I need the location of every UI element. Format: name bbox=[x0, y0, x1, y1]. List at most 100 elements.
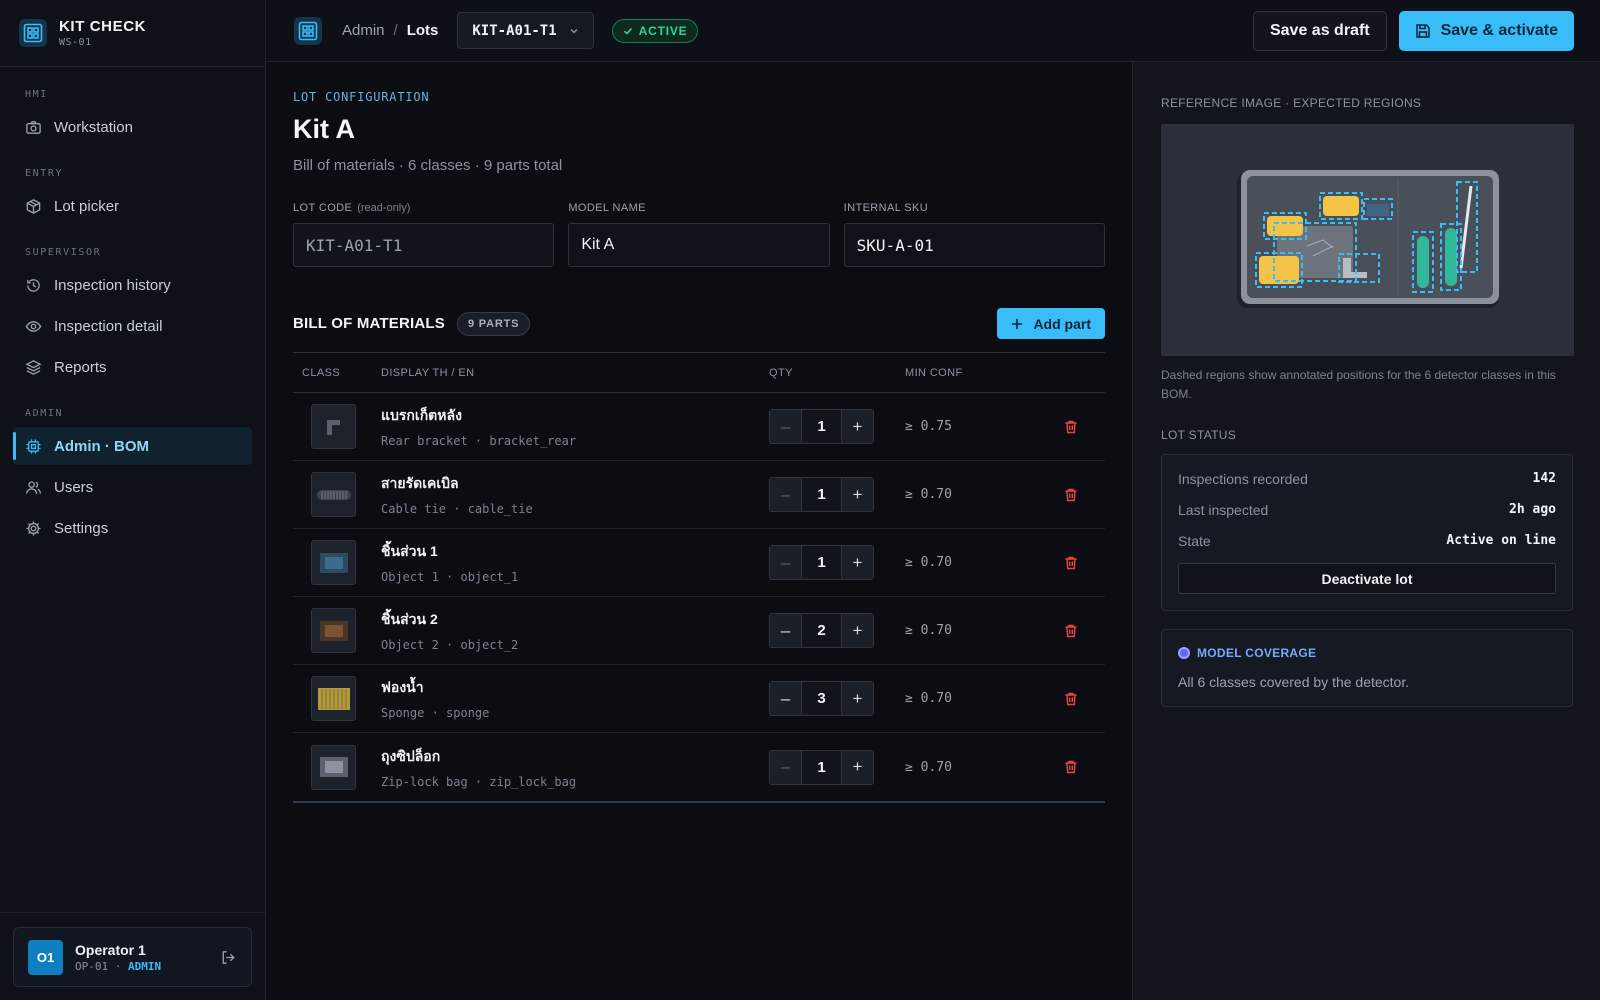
qty-increment-button[interactable]: + bbox=[842, 682, 873, 715]
brand: KIT CHECK WS-01 bbox=[0, 0, 265, 67]
coverage-dot-icon bbox=[1178, 647, 1190, 659]
user-name: Operator 1 bbox=[75, 941, 146, 958]
status-row-last-inspected: Last inspected 2h ago bbox=[1178, 501, 1556, 518]
table-header: CLASS DISPLAY TH / EN QTY MIN CONF bbox=[293, 353, 1105, 393]
sidebar-item-admin-bom[interactable]: Admin · BOM bbox=[13, 427, 252, 465]
qty-decrement-button[interactable]: – bbox=[770, 410, 801, 443]
reference-image-label: REFERENCE IMAGE · EXPECTED REGIONS bbox=[1161, 96, 1422, 110]
sku-input[interactable]: SKU-A-01 bbox=[843, 223, 1105, 267]
min-conf-value[interactable]: ≥ 0.70 bbox=[905, 487, 1063, 502]
min-conf-value[interactable]: ≥ 0.75 bbox=[905, 419, 1063, 434]
status-row-state: State Active on line bbox=[1178, 532, 1556, 549]
topbar: Admin / Lots KIT-A01-T1 ACTIVE Save as d… bbox=[266, 0, 1600, 62]
logout-icon[interactable] bbox=[220, 949, 237, 966]
qty-increment-button[interactable]: + bbox=[842, 478, 873, 511]
gear-icon bbox=[26, 520, 41, 536]
sidebar-item-inspection-history[interactable]: Inspection history bbox=[13, 266, 252, 304]
min-conf-value[interactable]: ≥ 0.70 bbox=[905, 555, 1063, 570]
part-name-th: ชิ้นส่วน 2 bbox=[381, 611, 438, 627]
trash-icon[interactable] bbox=[1063, 487, 1079, 503]
part-name-en: Sponge · sponge bbox=[381, 706, 490, 720]
deactivate-lot-button[interactable]: Deactivate lot bbox=[1178, 563, 1556, 594]
qty-increment-button[interactable]: + bbox=[842, 546, 873, 579]
qty-decrement-button[interactable]: – bbox=[770, 750, 801, 784]
lot-status-card: Inspections recorded 142 Last inspected 2h… bbox=[1161, 454, 1573, 611]
nav-section-entry: ENTRY bbox=[25, 168, 64, 179]
breadcrumb-lots: Lots bbox=[406, 22, 439, 39]
qty-decrement-button[interactable]: – bbox=[770, 682, 801, 715]
cable-tie-thumb-icon bbox=[311, 472, 356, 517]
lot-code-field-group: LOT CODE (read-only) KIT-A01-T1 bbox=[293, 202, 555, 267]
min-conf-value[interactable]: ≥ 0.70 bbox=[905, 760, 1063, 775]
col-conf-header: MIN CONF bbox=[905, 366, 963, 379]
table-row: แบรกเก็ตหลัง Rear bracket · bracket_rear… bbox=[293, 393, 1105, 461]
part-name-en: Zip-lock bag · zip_lock_bag bbox=[381, 774, 577, 789]
add-part-button[interactable]: Add part bbox=[997, 308, 1105, 339]
sidebar-item-label: Lot picker bbox=[54, 197, 120, 215]
qty-increment-button[interactable]: + bbox=[842, 750, 873, 784]
parts-count-badge: 9 PARTS bbox=[457, 311, 531, 336]
user-meta: OP-01 · ADMIN bbox=[75, 960, 220, 973]
save-activate-label: Save & activate bbox=[1440, 21, 1558, 39]
trash-icon[interactable] bbox=[1063, 759, 1079, 775]
eye-icon bbox=[25, 320, 42, 332]
sidebar-item-label: Inspection detail bbox=[54, 317, 163, 335]
app-title: KIT CHECK bbox=[59, 18, 147, 35]
lot-select-value: KIT-A01-T1 bbox=[472, 22, 557, 39]
reference-image bbox=[1161, 124, 1574, 356]
min-conf-value[interactable]: ≥ 0.70 bbox=[905, 623, 1063, 638]
sidebar-item-lot-picker[interactable]: Lot picker bbox=[13, 187, 252, 225]
reference-image-note: Dashed regions show annotated positions … bbox=[1161, 368, 1556, 401]
qty-value[interactable]: 2 bbox=[801, 614, 842, 647]
col-class-header: CLASS bbox=[302, 366, 341, 379]
part-name-th: แบรกเก็ตหลัง bbox=[381, 407, 462, 423]
qty-value[interactable]: 3 bbox=[801, 682, 842, 715]
qty-decrement-button[interactable]: – bbox=[770, 546, 801, 579]
eyebrow: LOT CONFIGURATION bbox=[293, 90, 430, 104]
user-id: OP-01 bbox=[75, 959, 109, 973]
ziplock-thumb-icon bbox=[311, 744, 356, 790]
part-name-en: Cable tie · cable_tie bbox=[381, 502, 533, 516]
qty-decrement-button[interactable]: – bbox=[770, 478, 801, 511]
trash-icon[interactable] bbox=[1063, 555, 1079, 571]
nav-section-hmi: HMI bbox=[25, 89, 48, 100]
part-name-th: ถุงซิปล็อก bbox=[381, 747, 441, 764]
qty-value[interactable]: 1 bbox=[801, 750, 842, 784]
sidebar-item-settings[interactable]: Settings bbox=[13, 509, 252, 547]
qty-increment-button[interactable]: + bbox=[842, 614, 873, 647]
part-name-en: Object 1 · object_1 bbox=[381, 570, 519, 584]
table-row: ชิ้นส่วน 1 Object 1 · object_1 – 1 + ≥ 0… bbox=[293, 529, 1105, 597]
qty-value[interactable]: 1 bbox=[801, 410, 842, 443]
qty-value[interactable]: 1 bbox=[801, 546, 842, 579]
quantity-stepper: – 1 + bbox=[769, 409, 874, 444]
history-icon bbox=[27, 278, 40, 292]
page-subtitle: Bill of materials · 6 classes · 9 parts … bbox=[293, 157, 563, 174]
save-draft-button[interactable]: Save as draft bbox=[1252, 10, 1387, 51]
sidebar-item-reports[interactable]: Reports bbox=[13, 348, 252, 386]
breadcrumb-admin[interactable]: Admin bbox=[342, 22, 385, 39]
sku-field-group: INTERNAL SKU SKU-A-01 bbox=[843, 202, 1105, 267]
min-conf-value[interactable]: ≥ 0.70 bbox=[905, 691, 1063, 706]
sidebar-item-inspection-detail[interactable]: Inspection detail bbox=[13, 307, 252, 345]
qty-value[interactable]: 1 bbox=[801, 478, 842, 511]
trash-icon[interactable] bbox=[1063, 419, 1079, 435]
model-name-input[interactable]: Kit A bbox=[568, 223, 830, 267]
lot-side-panel: REFERENCE IMAGE · EXPECTED REGIONS Dashe… bbox=[1132, 62, 1600, 1000]
trash-icon[interactable] bbox=[1063, 623, 1079, 639]
quantity-stepper: – 3 + bbox=[769, 681, 874, 716]
qty-increment-button[interactable]: + bbox=[842, 410, 873, 443]
model-name-field-group: MODEL NAME Kit A bbox=[568, 202, 830, 267]
save-activate-button[interactable]: Save & activate bbox=[1398, 10, 1574, 51]
sidebar-item-users[interactable]: Users bbox=[13, 468, 252, 506]
station-id: WS-01 bbox=[59, 37, 92, 48]
lot-select[interactable]: KIT-A01-T1 bbox=[457, 12, 594, 49]
sidebar-item-workstation[interactable]: Workstation bbox=[13, 108, 252, 146]
users-icon bbox=[26, 480, 41, 494]
model-coverage-card: MODEL COVERAGE All 6 classes covered by … bbox=[1161, 629, 1573, 707]
qty-decrement-button[interactable]: – bbox=[770, 614, 801, 647]
add-part-label: Add part bbox=[1033, 315, 1091, 332]
trash-icon[interactable] bbox=[1063, 691, 1079, 707]
sidebar-item-label: Settings bbox=[54, 519, 109, 537]
breadcrumb-separator: / bbox=[393, 22, 398, 39]
quantity-stepper: – 2 + bbox=[769, 613, 874, 648]
